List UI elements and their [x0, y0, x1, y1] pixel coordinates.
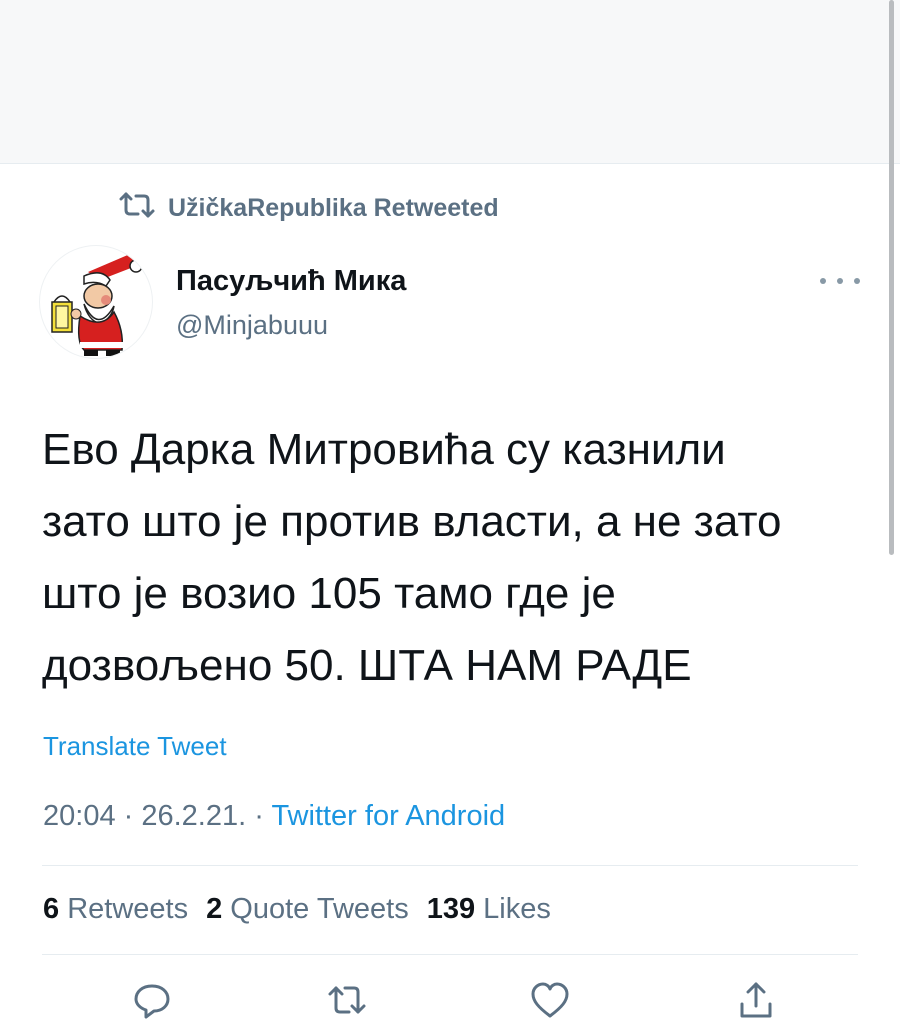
retweet-context[interactable]: UžičkaRepublika Retweeted — [118, 192, 499, 224]
top-header-area — [0, 0, 900, 164]
reply-icon[interactable] — [132, 980, 172, 1019]
likes-count: 139 — [426, 893, 476, 925]
tweet-time: 20:04 — [43, 800, 116, 832]
avatar[interactable] — [40, 246, 152, 358]
scrollbar[interactable] — [889, 0, 894, 555]
likes-label: Likes — [483, 893, 551, 925]
tweet-stats: 6 Retweets 2 Quote Tweets 139 Likes — [43, 893, 551, 926]
retweets-label: Retweets — [67, 893, 189, 925]
meta-separator: · — [115, 800, 142, 832]
retweeted-by-label: UžičkaRepublika Retweeted — [168, 193, 499, 222]
likes-stat[interactable]: 139 Likes — [427, 893, 551, 926]
translate-tweet-link[interactable]: Translate Tweet — [43, 731, 227, 762]
divider — [42, 954, 858, 955]
retweets-stat[interactable]: 6 Retweets — [43, 893, 188, 926]
tweet-date: 26.2.21. — [141, 800, 247, 832]
meta-separator: · — [246, 800, 272, 832]
author-handle[interactable]: @Minjabuuu — [176, 310, 328, 341]
share-icon[interactable] — [736, 980, 776, 1019]
retweet-icon — [118, 190, 156, 227]
quote-tweets-stat[interactable]: 2 Quote Tweets — [206, 893, 409, 926]
quotes-label: Quote Tweets — [230, 893, 409, 925]
retweets-count: 6 — [43, 893, 60, 925]
tweet-source-link[interactable]: Twitter for Android — [271, 800, 505, 832]
quotes-count: 2 — [206, 893, 223, 925]
tweet-text: Ево Дарка Митровића су казнили зато што … — [42, 425, 782, 690]
divider — [42, 865, 858, 866]
like-icon[interactable] — [530, 980, 570, 1019]
retweet-button-icon[interactable] — [327, 980, 367, 1019]
author-display-name[interactable]: Пасуљчић Мика — [176, 265, 406, 298]
tweet-meta: 20:04 · 26.2.21. · Twitter for Android — [43, 800, 505, 833]
tweet-actions-bar — [0, 980, 900, 1019]
more-options-icon[interactable] — [820, 266, 860, 296]
